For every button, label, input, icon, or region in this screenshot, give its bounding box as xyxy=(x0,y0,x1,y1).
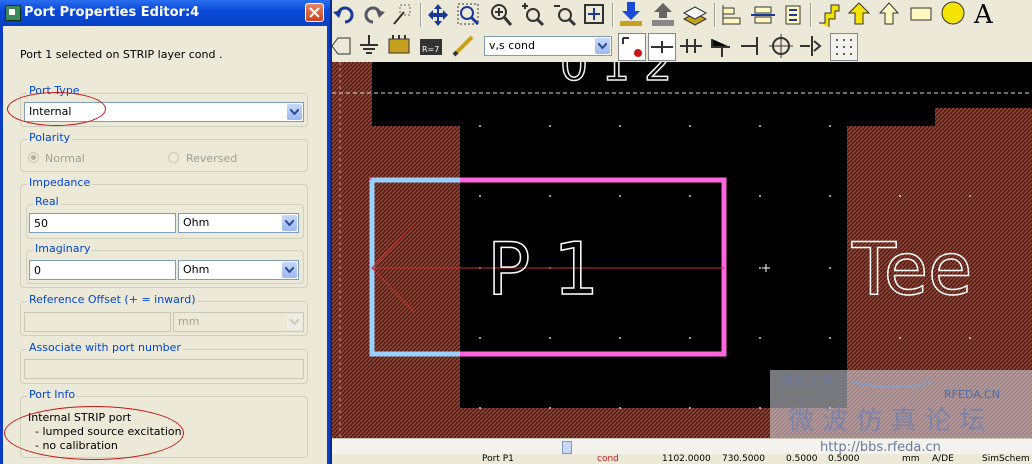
watermark-top: 阅 友 上 传 xyxy=(782,374,832,387)
port-internal-icon[interactable] xyxy=(678,33,704,59)
grid-toggle-icon[interactable] xyxy=(830,33,858,61)
chevron-down-icon[interactable] xyxy=(287,314,302,330)
text-tool-icon[interactable]: A xyxy=(972,0,998,26)
watermark-cn: 微 波 仿 真 论 坛 xyxy=(788,406,985,436)
layout-canvas[interactable]: 0 1 2 P 1 Tee 阅 友 上 传 RFEDA.CN 微 波 仿 真 论… xyxy=(332,62,1032,438)
status-app: SimSchem xyxy=(982,454,1030,464)
status-dy: 0.5000 xyxy=(828,454,860,464)
port-end-icon[interactable] xyxy=(738,33,764,59)
status-port: Port P1 xyxy=(482,454,514,464)
svg-text:R=7: R=7 xyxy=(422,45,439,54)
align-icon[interactable] xyxy=(720,2,746,28)
dialog-titlebar[interactable]: Port Properties Editor:4 xyxy=(0,0,330,26)
redo-icon[interactable] xyxy=(360,2,386,28)
watermark-brand: RFEDA.CN xyxy=(944,388,1000,401)
undo-icon[interactable] xyxy=(332,2,358,28)
dialog-title: Port Properties Editor:4 xyxy=(24,5,200,20)
status-unit: mm xyxy=(902,454,920,464)
status-layer: cond xyxy=(597,454,619,464)
imaginary-unit-select[interactable]: Ohm xyxy=(178,260,299,280)
selection-status: Port 1 selected on STRIP layer cond . xyxy=(20,48,223,61)
zoom-out-icon[interactable] xyxy=(552,2,578,28)
polarity-reversed-label: Reversed xyxy=(186,152,238,165)
ground-icon[interactable] xyxy=(356,33,382,59)
status-mode: A/DE xyxy=(932,454,954,464)
close-icon xyxy=(309,7,320,18)
draw-line-icon[interactable] xyxy=(450,33,476,59)
port-info-label: Port Info xyxy=(27,388,78,401)
app-icon xyxy=(5,5,21,21)
rescale-icon[interactable]: R=7 xyxy=(418,33,444,59)
imaginary-label: Imaginary xyxy=(33,242,93,255)
chevron-down-icon[interactable] xyxy=(282,215,297,231)
polarity-reversed-radio[interactable] xyxy=(168,152,179,163)
export-icon[interactable] xyxy=(650,1,676,27)
real-unit-value: Ohm xyxy=(183,216,210,229)
port-label: P 1 xyxy=(487,227,599,311)
associate-label: Associate with port number xyxy=(27,341,183,354)
circle-shape-icon[interactable] xyxy=(940,0,966,26)
imaginary-value: 0 xyxy=(34,264,41,277)
port-edge-icon[interactable] xyxy=(648,33,676,61)
component-icon[interactable] xyxy=(386,33,412,59)
snap-icon[interactable] xyxy=(390,2,416,28)
port-add-icon[interactable] xyxy=(618,33,646,61)
imaginary-input[interactable]: 0 xyxy=(29,260,176,280)
status-coord-x: 1102.0000 xyxy=(662,454,711,464)
status-coord-y: 730.5000 xyxy=(722,454,765,464)
status-dx: 0.5000 xyxy=(786,454,818,464)
impedance-label: Impedance xyxy=(27,176,93,189)
opening-top-right xyxy=(935,62,1032,108)
step-shape-icon[interactable] xyxy=(816,1,842,27)
scrollbar-thumb[interactable] xyxy=(562,441,572,454)
svg-text:A: A xyxy=(973,0,994,26)
chevron-down-icon[interactable] xyxy=(287,104,302,120)
layout-drawing[interactable]: 0 1 2 P 1 Tee 阅 友 上 传 RFEDA.CN 微 波 仿 真 论… xyxy=(332,62,1032,438)
polarity-normal-radio[interactable] xyxy=(28,152,39,163)
horizontal-scrollbar[interactable]: http://bbs.rfeda.cn xyxy=(332,438,1032,455)
port-center-icon[interactable] xyxy=(768,33,794,59)
rectangle-shape-icon[interactable] xyxy=(908,1,934,27)
real-unit-select[interactable]: Ohm xyxy=(178,213,299,233)
zoom-in-more-icon[interactable] xyxy=(520,2,546,28)
zoom-in-icon[interactable] xyxy=(488,2,514,28)
reference-offset-input[interactable] xyxy=(24,312,171,332)
polarity-label: Polarity xyxy=(27,131,73,144)
port-corner-icon[interactable] xyxy=(708,33,734,59)
main-toolbar: A xyxy=(332,0,1032,29)
layers-icon[interactable] xyxy=(682,1,708,27)
top-label: 0 1 2 xyxy=(560,62,672,91)
close-button[interactable] xyxy=(305,3,324,22)
real-value: 50 xyxy=(34,217,48,230)
tee-label: Tee xyxy=(851,227,972,311)
associate-port-input[interactable] xyxy=(24,359,304,379)
polygon-shape-icon[interactable] xyxy=(876,1,902,27)
layer-select[interactable]: v,s cond xyxy=(484,36,612,56)
polarity-normal-label: Normal xyxy=(45,152,85,165)
arrow-up-shape-icon[interactable] xyxy=(846,1,872,27)
zoom-window-icon[interactable] xyxy=(456,2,482,28)
port-vertical-icon[interactable] xyxy=(798,33,824,59)
pan-icon[interactable] xyxy=(425,2,451,28)
group-icon[interactable] xyxy=(780,2,806,28)
status-bar: Port P1 cond 1102.0000 730.5000 0.5000 0… xyxy=(332,454,1032,464)
imaginary-unit-value: Ohm xyxy=(183,263,210,276)
layer-select-value: v,s cond xyxy=(489,39,535,52)
chevron-down-icon[interactable] xyxy=(282,262,297,278)
distribute-icon[interactable] xyxy=(750,2,776,28)
chevron-down-icon[interactable] xyxy=(595,38,610,54)
reference-offset-unit: mm xyxy=(178,315,200,328)
import-icon[interactable] xyxy=(618,1,644,27)
real-input[interactable]: 50 xyxy=(29,213,176,233)
metal-left-strip xyxy=(332,62,372,438)
real-label: Real xyxy=(33,195,61,208)
zoom-fit-icon[interactable] xyxy=(582,2,608,28)
reference-offset-label: Reference Offset (+ = inward) xyxy=(27,293,198,306)
reference-offset-unit-select[interactable]: mm xyxy=(173,312,304,332)
watermark-url: http://bbs.rfeda.cn xyxy=(820,440,941,455)
port-shape-icon[interactable] xyxy=(330,33,356,59)
annotation-oval xyxy=(7,92,106,126)
secondary-toolbar: R=7 v,s cond xyxy=(330,29,1032,62)
annotation-oval xyxy=(4,406,184,460)
